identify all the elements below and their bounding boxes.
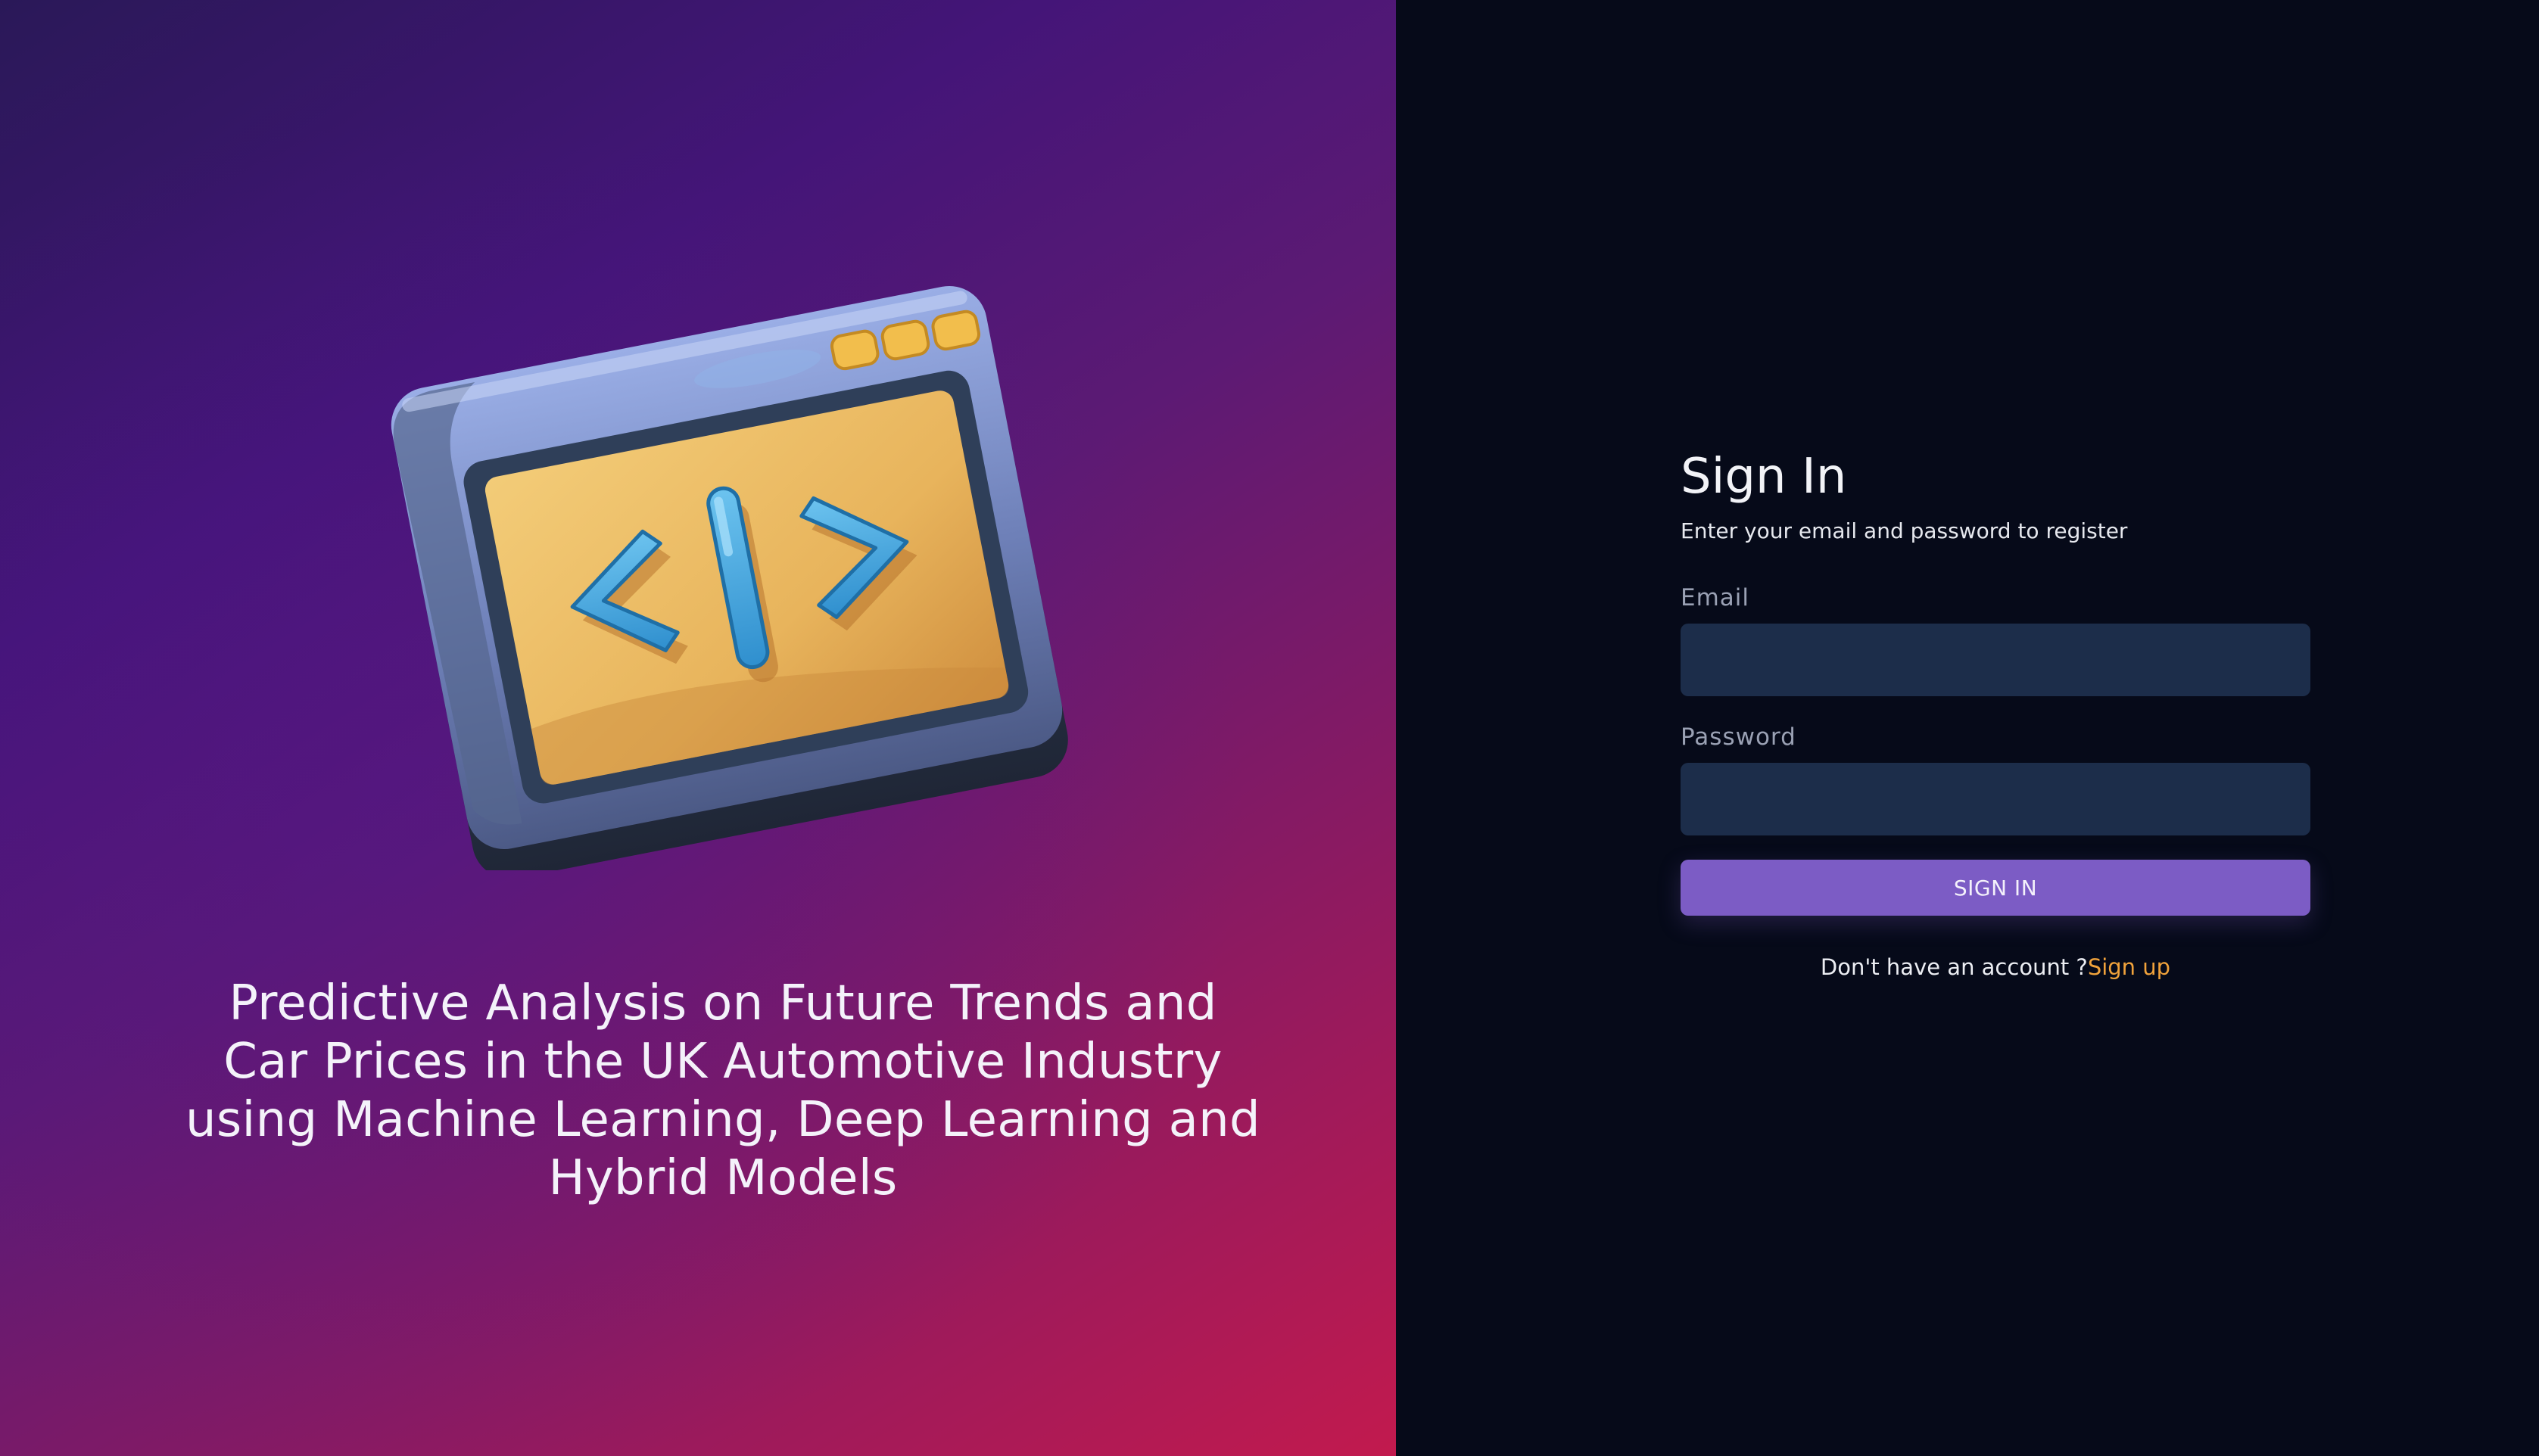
sign-in-button[interactable]: SIGN IN [1681, 860, 2310, 916]
project-title: Predictive Analysis on Future Trends and… [185, 975, 1260, 1206]
email-label: Email [1681, 584, 1750, 611]
hero-panel: Predictive Analysis on Future Trends and… [0, 0, 1396, 1456]
signin-panel: Sign In Enter your email and password to… [1396, 0, 2539, 1456]
email-field[interactable] [1681, 624, 2310, 696]
login-page: Predictive Analysis on Future Trends and… [0, 0, 2539, 1456]
password-field[interactable] [1681, 763, 2310, 835]
signup-prompt: Don't have an account ?Sign up [1681, 952, 2310, 982]
signin-title: Sign In [1681, 449, 1847, 505]
code-window-icon [391, 285, 1068, 870]
sign-up-link[interactable]: Sign up [2088, 954, 2170, 980]
no-account-text: Don't have an account ? [1820, 954, 2088, 980]
signin-form: Sign In Enter your email and password to… [1681, 446, 2310, 982]
password-label: Password [1681, 723, 1796, 751]
signin-subtitle: Enter your email and password to registe… [1681, 518, 2128, 543]
